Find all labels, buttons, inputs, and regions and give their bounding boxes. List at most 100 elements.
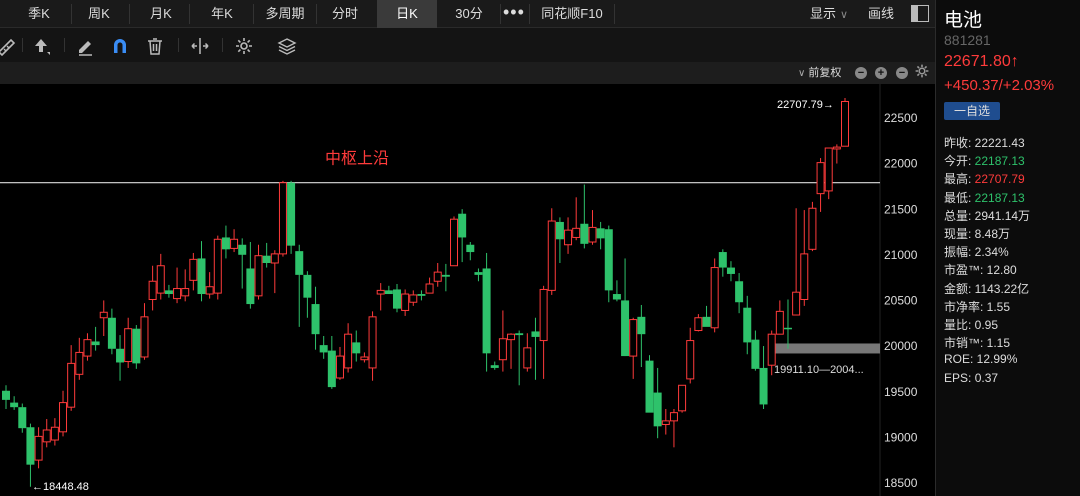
candle-body-down: [718, 252, 727, 268]
candle-body-up: [669, 412, 678, 422]
candle-body-up: [425, 283, 434, 294]
toolbar-divider: [22, 38, 23, 52]
y-tick-label: 19500: [884, 385, 918, 399]
quote-stat-value: 22221.43: [971, 136, 1025, 150]
toolbar-divider: [222, 38, 223, 52]
candle-body-up: [547, 220, 556, 291]
draw-line-button[interactable]: 画线: [868, 0, 894, 28]
candlestick-chart[interactable]: 22500 22000 21500 21000 20500 20000 19500 19000…: [0, 84, 935, 496]
arrow-up-tool-icon[interactable]: [31, 36, 51, 56]
candle-body-down: [441, 274, 450, 277]
y-tick-label: 21500: [884, 202, 918, 216]
magnet-tool-icon[interactable]: [110, 36, 130, 56]
candle-body-up: [800, 253, 809, 300]
candle-body-down: [555, 221, 564, 240]
tab-multi-period[interactable]: 多周期: [257, 0, 313, 28]
candle-body-down: [621, 300, 630, 357]
candle-body-down: [474, 272, 483, 275]
pencil-tool-icon[interactable]: [75, 36, 95, 56]
candle-body-down: [702, 316, 711, 327]
candle-body-up: [539, 288, 548, 342]
candle-body-up: [507, 333, 516, 341]
quote-stat-value: 1143.22亿: [971, 281, 1030, 296]
tab-week-k[interactable]: 周K: [76, 0, 122, 28]
candle-body-down: [327, 350, 336, 388]
candle-body-up: [335, 355, 344, 379]
price-adjust-dropdown[interactable]: ∨ 前复权: [798, 62, 841, 84]
candle-body-down: [246, 268, 255, 305]
candle-body-up: [59, 402, 68, 433]
candle-body-up: [360, 356, 369, 361]
candle-body-up: [629, 319, 638, 357]
candle-body-up: [156, 265, 165, 294]
display-dropdown[interactable]: 显示 ∨: [810, 0, 848, 28]
tab-day-k[interactable]: 日K: [377, 0, 437, 28]
zoom-in-button[interactable]: +: [875, 67, 887, 79]
quote-stat-row: 振幅: 2.34%: [944, 243, 1009, 260]
zoom-reset-button[interactable]: −: [896, 67, 908, 79]
quote-stat-row: 市盈™: 12.80: [944, 261, 1017, 278]
settings-gear-icon[interactable]: [234, 36, 254, 56]
candle-body-up: [181, 288, 190, 297]
quote-stat-value: 0.95: [971, 318, 999, 332]
candle-body-up: [564, 229, 573, 246]
tab-30min[interactable]: 30分: [443, 0, 495, 28]
y-tick-label: 20500: [884, 294, 918, 308]
candle-body-up: [376, 289, 385, 295]
quote-stat-row: 昨收: 22221.43: [944, 134, 1025, 151]
quote-stat-value: 1.55: [983, 299, 1011, 314]
candle-body-down: [392, 289, 401, 309]
candle-body-down: [726, 267, 735, 274]
candle-body-up: [401, 293, 410, 311]
candle-body-down: [116, 348, 125, 363]
candle-body-down: [132, 328, 141, 364]
max-price-label: 22707.79→: [777, 99, 834, 111]
chart-settings-gear-icon[interactable]: [914, 63, 930, 79]
candle-body-down: [262, 255, 271, 263]
range-tool-icon[interactable]: [190, 36, 210, 56]
tab-month-k[interactable]: 月K: [136, 0, 186, 28]
trash-tool-icon[interactable]: [145, 36, 165, 56]
candle-body-down: [2, 390, 10, 400]
more-periods-button[interactable]: •••: [503, 0, 525, 28]
quote-stat-row: EPS: 0.37: [944, 371, 998, 385]
candle-body-up: [278, 182, 287, 255]
chart-annotation: 中枢上沿: [325, 149, 389, 168]
tab-quarter-k[interactable]: 季K: [14, 0, 64, 28]
candle-body-down: [515, 333, 524, 336]
candle-body-up: [213, 238, 222, 294]
tab-intraday[interactable]: 分时: [320, 0, 370, 28]
quote-stat-row: 市净率: 1.55: [944, 298, 1010, 315]
candle-body-down: [751, 339, 760, 369]
candle-body-down: [743, 307, 752, 343]
tab-f10[interactable]: 同花顺F10: [533, 0, 611, 28]
zoom-out-button[interactable]: −: [855, 67, 867, 79]
candle-body-down: [197, 258, 206, 295]
candle-body-down: [645, 360, 654, 413]
tab-year-k[interactable]: 年K: [196, 0, 248, 28]
quote-stat-label: 今开:: [944, 154, 972, 169]
price-change: +450.37/+2.03%: [944, 77, 1055, 94]
candle-body-up: [661, 420, 670, 426]
candle-body-up: [832, 146, 841, 150]
tab-divider: [253, 4, 254, 24]
candle-body-down: [604, 229, 613, 291]
candle-body-down: [26, 427, 35, 465]
candle-body-up: [433, 271, 442, 282]
quote-stat-label: 现量:: [944, 227, 972, 241]
quote-stat-label: 量比:: [944, 318, 972, 332]
tab-divider: [529, 4, 530, 24]
layers-icon[interactable]: [277, 36, 297, 56]
candle-body-down: [637, 316, 646, 335]
quote-stat-label: EPS:: [944, 370, 972, 385]
ruler-tool-icon[interactable]: [0, 36, 17, 57]
y-tick-label: 21000: [884, 248, 918, 262]
side-panel-toggle-icon[interactable]: [911, 5, 929, 22]
chart-canvas[interactable]: 22500 22000 21500 21000 20500 20000 19500 19000…: [0, 84, 935, 496]
candle-body-up: [254, 255, 263, 297]
candle-body-up: [523, 347, 532, 369]
candle-body-up: [572, 227, 581, 238]
quote-stat-row: 今开: 22187.13: [944, 152, 1025, 169]
candle-body-down: [458, 213, 467, 238]
add-watchlist-button[interactable]: 一自选: [944, 102, 1000, 120]
